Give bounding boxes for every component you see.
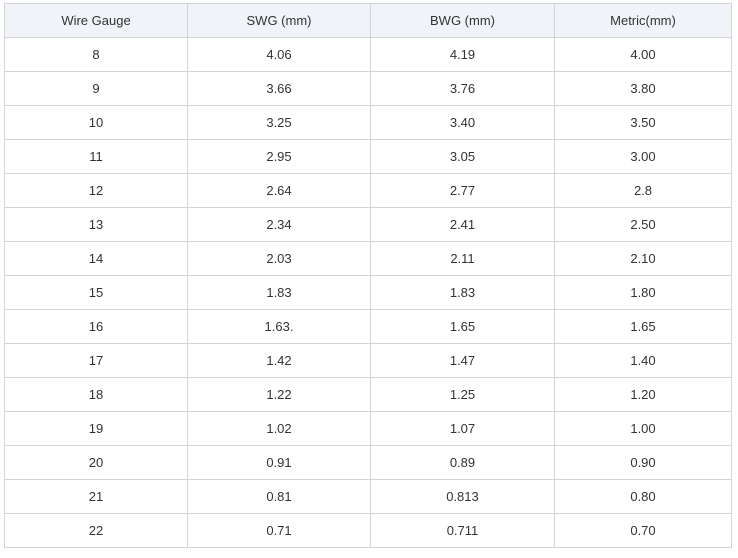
cell-bwg: 1.07 (370, 411, 555, 446)
table-row: 15 1.83 1.83 1.80 (4, 275, 732, 310)
cell-swg: 1.83 (187, 275, 371, 310)
cell-swg: 3.25 (187, 105, 371, 140)
cell-bwg: 3.76 (370, 71, 555, 106)
cell-wire-gauge: 12 (4, 173, 188, 208)
cell-bwg: 1.47 (370, 343, 555, 378)
cell-swg: 0.81 (187, 479, 371, 514)
cell-wire-gauge: 17 (4, 343, 188, 378)
cell-wire-gauge: 8 (4, 37, 188, 72)
table-row: 18 1.22 1.25 1.20 (4, 377, 732, 412)
cell-wire-gauge: 13 (4, 207, 188, 242)
cell-swg: 2.34 (187, 207, 371, 242)
wire-gauge-table-container: Wire Gauge SWG (mm) BWG (mm) Metric(mm) … (4, 3, 732, 548)
cell-bwg: 0.89 (370, 445, 555, 480)
table-row: 9 3.66 3.76 3.80 (4, 71, 732, 106)
cell-swg: 1.02 (187, 411, 371, 446)
cell-swg: 3.66 (187, 71, 371, 106)
cell-metric: 0.80 (554, 479, 732, 514)
cell-bwg: 2.11 (370, 241, 555, 276)
cell-bwg: 3.05 (370, 139, 555, 174)
cell-metric: 1.00 (554, 411, 732, 446)
cell-metric: 1.65 (554, 309, 732, 344)
cell-bwg: 4.19 (370, 37, 555, 72)
table-row: 21 0.81 0.813 0.80 (4, 479, 732, 514)
cell-wire-gauge: 16 (4, 309, 188, 344)
cell-metric: 2.10 (554, 241, 732, 276)
table-row: 14 2.03 2.11 2.10 (4, 241, 732, 276)
header-swg: SWG (mm) (187, 3, 371, 38)
table-row: 20 0.91 0.89 0.90 (4, 445, 732, 480)
cell-swg: 0.91 (187, 445, 371, 480)
table-row: 11 2.95 3.05 3.00 (4, 139, 732, 174)
cell-metric: 2.8 (554, 173, 732, 208)
cell-swg: 2.64 (187, 173, 371, 208)
header-row: Wire Gauge SWG (mm) BWG (mm) Metric(mm) (4, 3, 732, 38)
wire-gauge-table: Wire Gauge SWG (mm) BWG (mm) Metric(mm) … (4, 3, 732, 548)
header-metric: Metric(mm) (554, 3, 732, 38)
cell-metric: 1.40 (554, 343, 732, 378)
cell-metric: 0.70 (554, 513, 732, 548)
header-bwg: BWG (mm) (370, 3, 555, 38)
cell-wire-gauge: 10 (4, 105, 188, 140)
table-row: 13 2.34 2.41 2.50 (4, 207, 732, 242)
cell-bwg: 1.25 (370, 377, 555, 412)
cell-bwg: 3.40 (370, 105, 555, 140)
cell-wire-gauge: 19 (4, 411, 188, 446)
table-row: 19 1.02 1.07 1.00 (4, 411, 732, 446)
table-body: 8 4.06 4.19 4.00 9 3.66 3.76 3.80 10 3.2… (4, 37, 732, 548)
table-row: 12 2.64 2.77 2.8 (4, 173, 732, 208)
cell-wire-gauge: 15 (4, 275, 188, 310)
table-row: 22 0.71 0.711 0.70 (4, 513, 732, 548)
cell-swg: 1.42 (187, 343, 371, 378)
cell-wire-gauge: 11 (4, 139, 188, 174)
cell-bwg: 1.83 (370, 275, 555, 310)
cell-wire-gauge: 18 (4, 377, 188, 412)
cell-metric: 3.00 (554, 139, 732, 174)
table-row: 10 3.25 3.40 3.50 (4, 105, 732, 140)
cell-bwg: 0.813 (370, 479, 555, 514)
table-row: 16 1.63. 1.65 1.65 (4, 309, 732, 344)
cell-swg: 4.06 (187, 37, 371, 72)
cell-metric: 4.00 (554, 37, 732, 72)
header-wire-gauge: Wire Gauge (4, 3, 188, 38)
table-header: Wire Gauge SWG (mm) BWG (mm) Metric(mm) (4, 3, 732, 38)
cell-swg: 0.71 (187, 513, 371, 548)
cell-wire-gauge: 21 (4, 479, 188, 514)
cell-wire-gauge: 20 (4, 445, 188, 480)
cell-swg: 1.63. (187, 309, 371, 344)
table-row: 17 1.42 1.47 1.40 (4, 343, 732, 378)
cell-swg: 2.95 (187, 139, 371, 174)
cell-wire-gauge: 14 (4, 241, 188, 276)
cell-metric: 1.80 (554, 275, 732, 310)
cell-swg: 1.22 (187, 377, 371, 412)
cell-bwg: 1.65 (370, 309, 555, 344)
cell-metric: 1.20 (554, 377, 732, 412)
cell-bwg: 2.41 (370, 207, 555, 242)
cell-metric: 0.90 (554, 445, 732, 480)
cell-swg: 2.03 (187, 241, 371, 276)
cell-wire-gauge: 9 (4, 71, 188, 106)
cell-bwg: 2.77 (370, 173, 555, 208)
cell-wire-gauge: 22 (4, 513, 188, 548)
cell-metric: 3.80 (554, 71, 732, 106)
cell-metric: 3.50 (554, 105, 732, 140)
table-row: 8 4.06 4.19 4.00 (4, 37, 732, 72)
cell-metric: 2.50 (554, 207, 732, 242)
cell-bwg: 0.711 (370, 513, 555, 548)
